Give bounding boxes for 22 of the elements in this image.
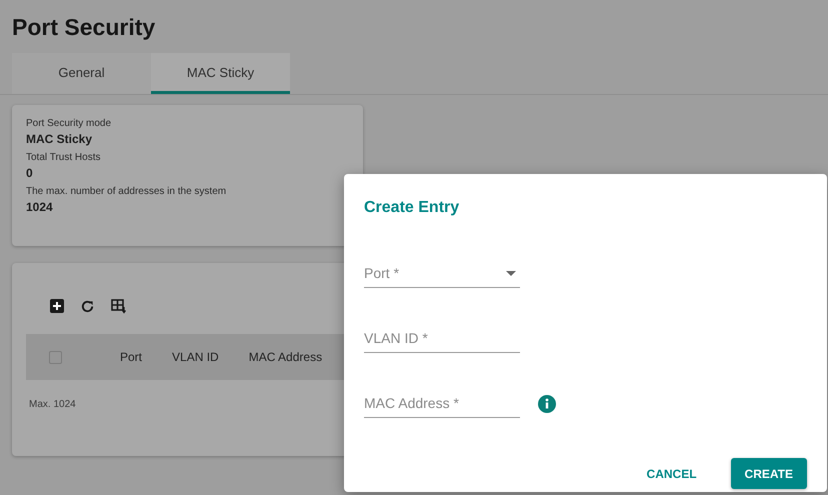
column-header: Port [120, 350, 142, 364]
tab[interactable]: General [12, 53, 151, 94]
summary-value: MAC Sticky [26, 132, 94, 146]
summary-label: Total Trust Hosts [26, 152, 102, 163]
summary-value: 1024 [26, 200, 54, 214]
column-header: MAC Address [248, 350, 322, 364]
dialog-title: Create Entry [364, 199, 460, 217]
info-icon[interactable] [538, 394, 556, 412]
max-entries-text: Max. 1024 [29, 399, 77, 410]
add-icon[interactable] [50, 299, 64, 313]
summary-label: Port Security mode [26, 118, 112, 129]
refresh-icon[interactable] [80, 298, 95, 314]
tab[interactable]: MAC Sticky [151, 53, 290, 94]
summary-value: 0 [26, 166, 34, 180]
column-header: VLAN ID [172, 350, 219, 364]
page-title: Port Security [12, 14, 156, 41]
dropdown-caret-icon[interactable] [506, 271, 516, 276]
cancel-button[interactable]: CANCEL [632, 458, 711, 489]
select-all-checkbox[interactable] [49, 350, 62, 364]
summary-label: The max. number of addresses in the system [26, 186, 228, 197]
create-button[interactable]: CREATE [730, 458, 807, 489]
table-export-icon[interactable] [111, 298, 127, 314]
